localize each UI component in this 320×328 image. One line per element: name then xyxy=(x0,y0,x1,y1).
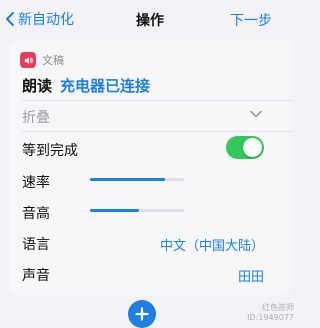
slider-fill xyxy=(90,209,139,212)
action-card: 文稿 朗读 充电器已连接 折叠 等到完成 速率 音高 语言 中文（中国大陆） 声… xyxy=(10,40,292,295)
watermark-line: 红色巫师 xyxy=(262,303,294,312)
rate-slider[interactable] xyxy=(90,170,184,188)
divider xyxy=(22,131,292,132)
wait-label: 等到完成 xyxy=(22,143,78,159)
toggle-knob xyxy=(243,138,262,157)
slider-fill xyxy=(90,178,166,181)
action-parameter[interactable]: 充电器已连接 xyxy=(60,75,150,96)
language-label: 语言 xyxy=(22,237,50,253)
app-header: 文稿 xyxy=(20,52,64,68)
plus-icon xyxy=(135,307,149,321)
nav-bar: 新自动化 操作 下一步 xyxy=(0,0,300,40)
action-verb: 朗读 xyxy=(22,77,53,95)
next-button[interactable]: 下一步 xyxy=(230,10,272,30)
fold-label[interactable]: 折叠 xyxy=(22,107,50,127)
pitch-slider[interactable] xyxy=(90,201,184,219)
divider xyxy=(22,100,292,101)
watermark: 红色巫师 ID:1949077 xyxy=(247,303,294,323)
voice-value[interactable]: 田田 xyxy=(238,266,264,285)
app-name: 文稿 xyxy=(42,54,64,67)
wait-toggle[interactable] xyxy=(226,136,264,159)
pitch-label: 音高 xyxy=(22,206,50,222)
voice-label: 声音 xyxy=(22,268,50,284)
add-action-button[interactable] xyxy=(128,300,156,328)
action-summary: 朗读 充电器已连接 xyxy=(22,75,150,96)
speaker-icon xyxy=(20,52,36,68)
language-value[interactable]: 中文（中国大陆） xyxy=(160,235,264,254)
chevron-down-icon[interactable] xyxy=(250,110,262,118)
watermark-line: ID:1949077 xyxy=(247,313,294,322)
rate-label: 速率 xyxy=(22,175,50,191)
